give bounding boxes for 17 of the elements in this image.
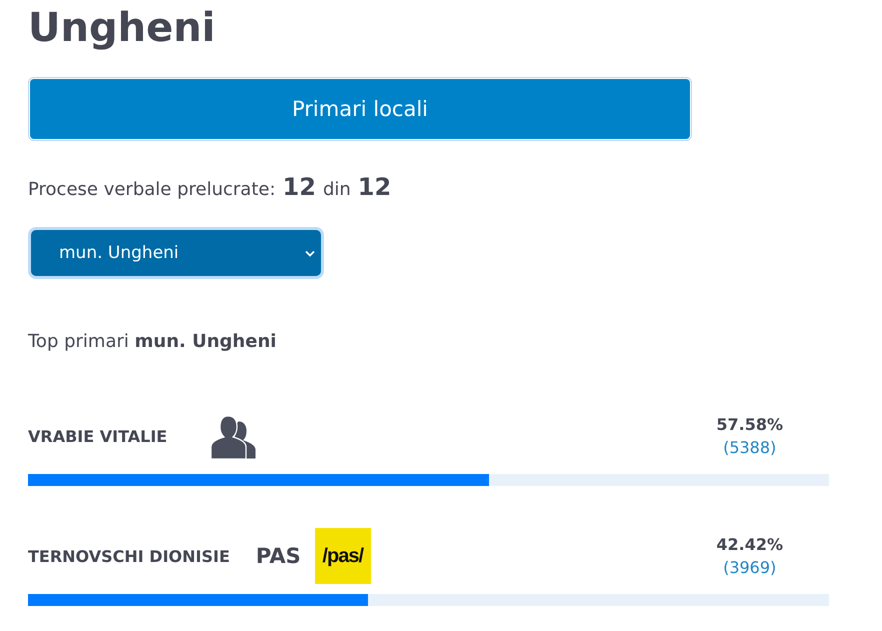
party-name: PAS (256, 544, 301, 568)
vote-count: (5388) (723, 438, 776, 457)
vote-percent: 42.42% (716, 535, 783, 554)
locality-select[interactable]: mun. Ungheni (28, 227, 324, 279)
candidate-name: VRABIE VITALIE (28, 426, 168, 446)
chevron-icon (305, 250, 315, 256)
page-title: Ungheni (28, 4, 216, 53)
processed-count: 12 (282, 173, 316, 201)
vote-percent: 57.58% (716, 415, 783, 434)
vote-count: (3969) (723, 558, 776, 577)
progress-separator: din (322, 179, 351, 200)
total-count: 12 (358, 173, 392, 201)
party-logo: /pas/ (314, 528, 371, 584)
candidate-name: TERNOVSCHI DIONISIE (28, 546, 230, 566)
progress-label: Procese verbale prelucrate: (28, 179, 276, 200)
primari-locali-button[interactable]: Primari locali (30, 79, 690, 139)
top-heading: Top primari mun. Ungheni (28, 331, 278, 352)
